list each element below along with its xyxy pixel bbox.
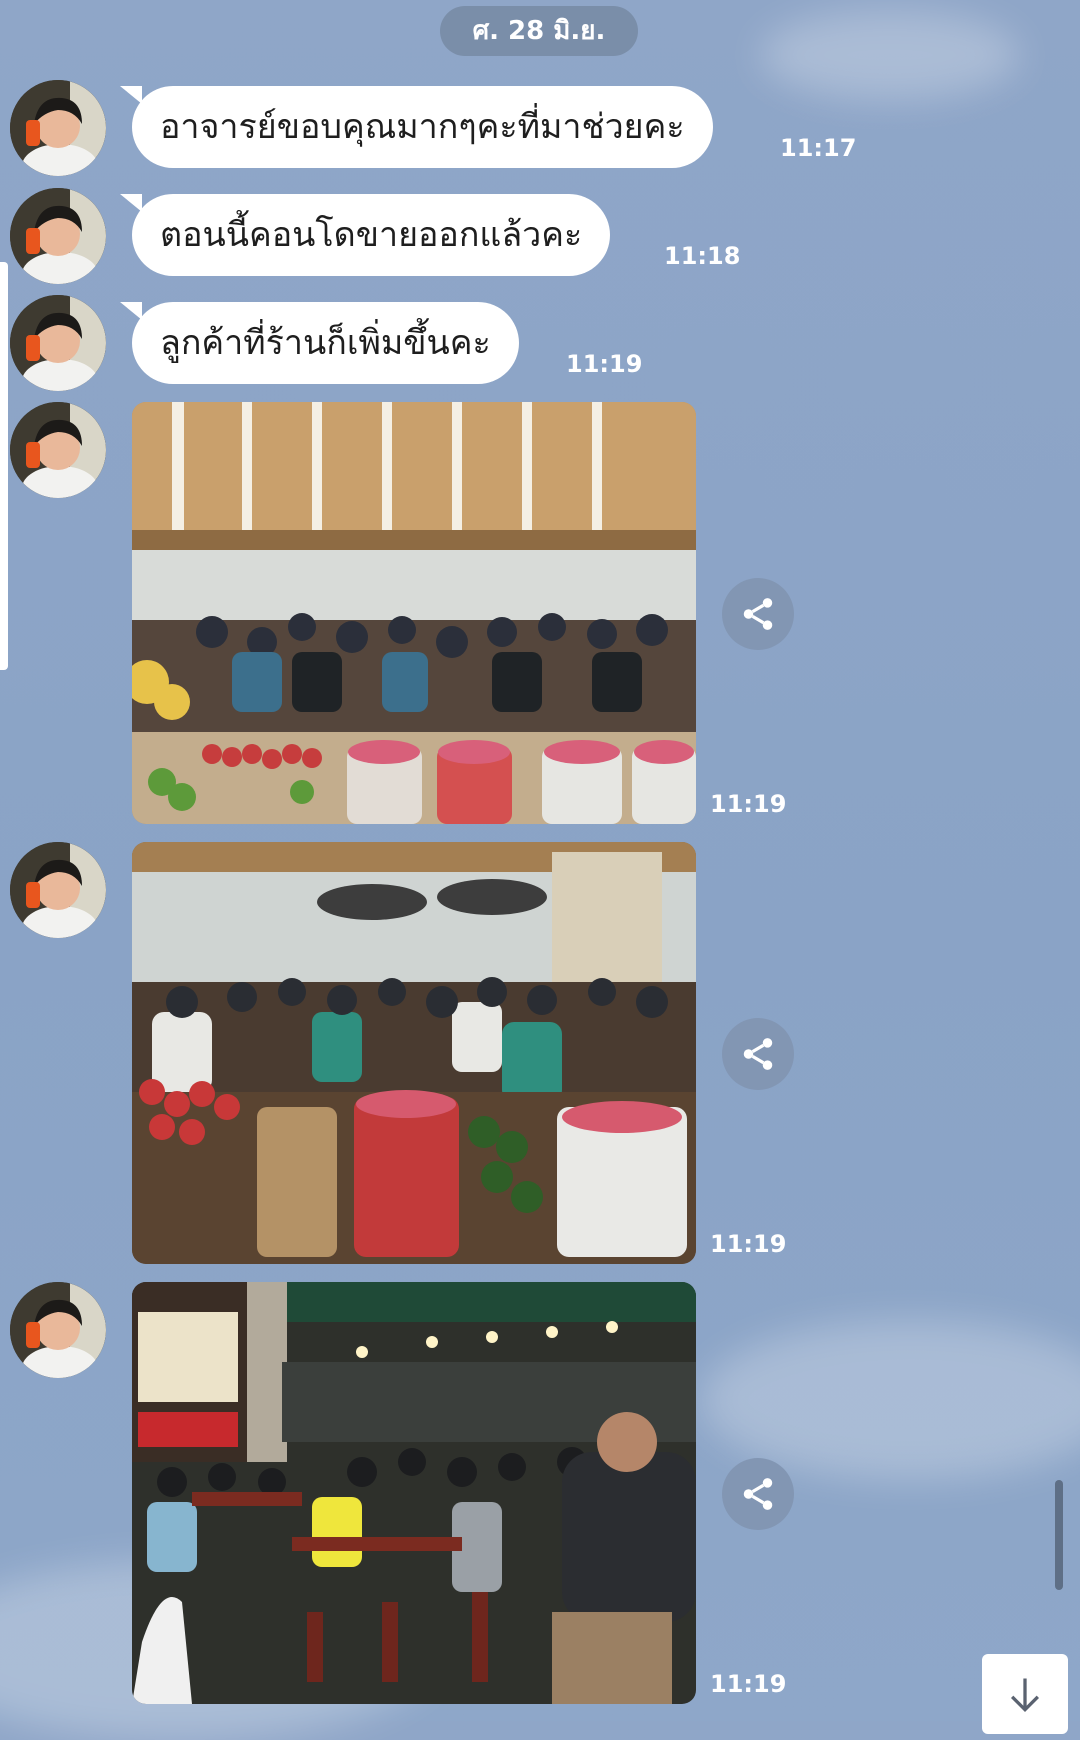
message-time: 11:19: [710, 1230, 787, 1258]
message-bubble[interactable]: ลูกค้าที่ร้านก็เพิ่มขึ้นคะ: [120, 302, 519, 384]
scrollbar[interactable]: [1055, 1480, 1063, 1590]
date-separator: ศ. 28 มิ.ย.: [440, 6, 638, 56]
contact-avatar[interactable]: [10, 295, 106, 391]
message-time: 11:19: [566, 350, 643, 378]
drawer-edge[interactable]: [0, 262, 8, 670]
message-text: อาจารย์ขอบคุณมากๆคะที่มาช่วยคะ: [160, 107, 685, 147]
arrow-down-icon: [1010, 1678, 1040, 1713]
share-button[interactable]: [722, 1018, 794, 1090]
message-text: ลูกค้าที่ร้านก็เพิ่มขึ้นคะ: [160, 323, 491, 363]
share-button[interactable]: [722, 1458, 794, 1530]
message-bubble[interactable]: อาจารย์ขอบคุณมากๆคะที่มาช่วยคะ: [120, 86, 713, 168]
message-bubble[interactable]: ตอนนี้คอนโดขายออกแล้วคะ: [119, 194, 611, 276]
scroll-to-bottom-button[interactable]: [982, 1654, 1068, 1734]
message-text: ตอนนี้คอนโดขายออกแล้วคะ: [160, 215, 583, 255]
photo-message[interactable]: [132, 842, 696, 1264]
contact-avatar[interactable]: [10, 842, 106, 938]
photo-message[interactable]: [132, 1282, 696, 1704]
share-button[interactable]: [722, 578, 794, 650]
contact-avatar[interactable]: [10, 402, 106, 498]
message-time: 11:19: [710, 1670, 787, 1698]
message-time: 11:17: [780, 134, 857, 162]
photo-message[interactable]: [132, 402, 696, 824]
contact-avatar[interactable]: [10, 80, 106, 176]
share-icon: [743, 598, 773, 630]
message-time: 11:19: [710, 790, 787, 818]
message-time: 11:18: [664, 242, 741, 270]
share-icon: [743, 1038, 773, 1070]
contact-avatar[interactable]: [10, 1282, 106, 1378]
contact-avatar[interactable]: [10, 188, 106, 284]
share-icon: [743, 1478, 773, 1510]
